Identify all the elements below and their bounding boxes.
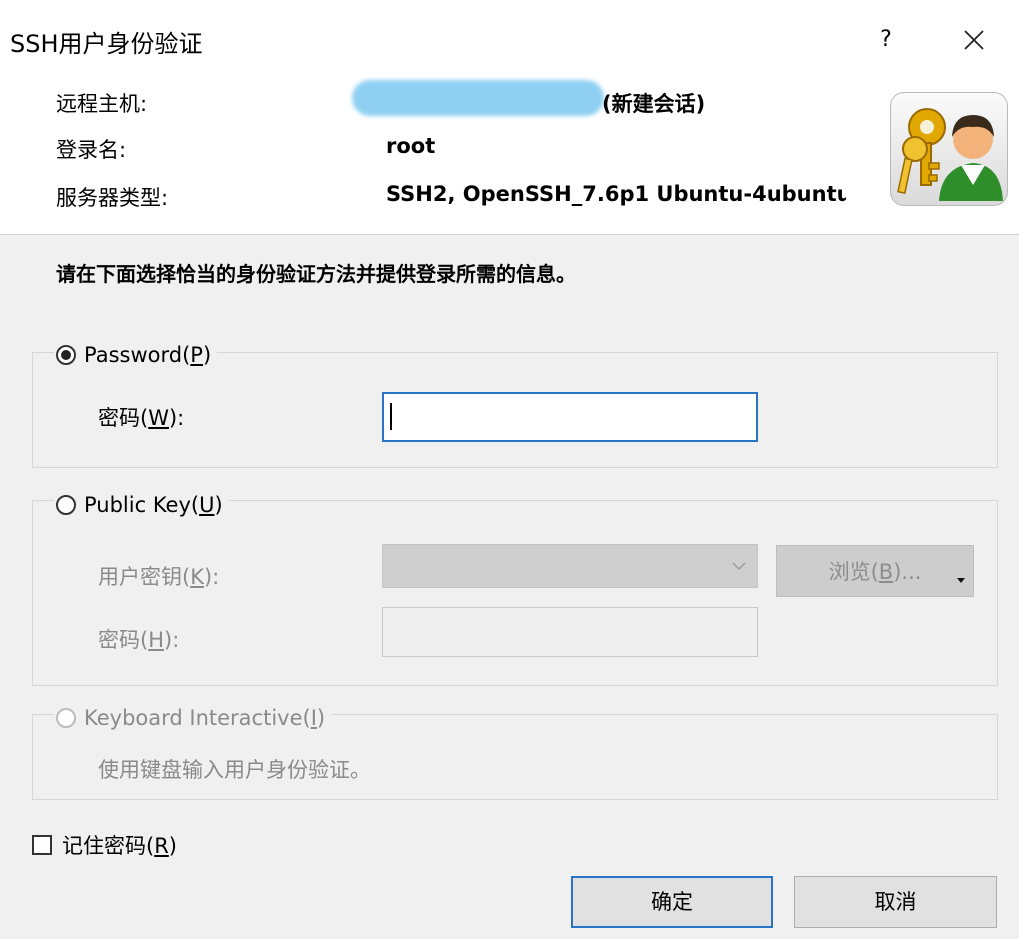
- close-button[interactable]: [950, 20, 998, 60]
- window-title: SSH用户身份验证: [10, 30, 203, 58]
- publickey-radio-label: Public Key(U): [84, 493, 223, 517]
- publickey-radio[interactable]: [56, 495, 76, 515]
- key-passphrase-input[interactable]: [382, 607, 758, 657]
- password-radio-label: Password(P): [84, 343, 212, 367]
- publickey-radio-option[interactable]: Public Key(U): [54, 490, 229, 520]
- ok-button[interactable]: 确定: [571, 876, 773, 928]
- password-radio[interactable]: [56, 345, 76, 365]
- user-key-select[interactable]: [382, 544, 758, 588]
- dropdown-arrow-icon: [957, 578, 965, 583]
- instruction-text: 请在下面选择恰当的身份验证方法并提供登录所需的信息。: [56, 262, 576, 286]
- keyboard-interactive-radio-option[interactable]: Keyboard Interactive(I): [54, 703, 332, 733]
- browse-button[interactable]: 浏览(B)...: [776, 545, 974, 597]
- text-caret: [390, 403, 392, 430]
- keyboard-interactive-radio[interactable]: [56, 708, 76, 728]
- remember-password-label: 记住密码(R): [62, 834, 177, 858]
- chevron-down-icon: [732, 562, 746, 571]
- user-key-label: 用户密钥(K):: [98, 565, 220, 589]
- password-input[interactable]: [382, 392, 758, 442]
- cancel-button[interactable]: 取消: [794, 876, 997, 928]
- redacted-host: [352, 80, 604, 116]
- help-button[interactable]: ?: [866, 20, 906, 60]
- server-type-label: 服务器类型:: [56, 186, 169, 210]
- close-icon: [964, 30, 984, 50]
- password-field-label: 密码(W):: [98, 406, 185, 430]
- login-label: 登录名:: [56, 138, 127, 162]
- key-user-icon: [890, 92, 1008, 206]
- remote-host-label: 远程主机:: [56, 92, 148, 116]
- remote-host-suffix: (新建会话): [602, 92, 706, 116]
- keyboard-interactive-description: 使用键盘输入用户身份验证。: [98, 758, 371, 782]
- keyboard-interactive-label: Keyboard Interactive(I): [84, 706, 326, 730]
- remember-password-option[interactable]: 记住密码(R): [32, 830, 177, 860]
- server-type-value: SSH2, OpenSSH_7.6p1 Ubuntu-4ubuntu: [386, 182, 846, 206]
- login-value: root: [386, 134, 436, 158]
- key-passphrase-label: 密码(H):: [98, 628, 180, 652]
- password-radio-option[interactable]: Password(P): [54, 340, 218, 370]
- remember-password-checkbox[interactable]: [32, 835, 52, 855]
- title-bar: SSH用户身份验证 ?: [0, 0, 1019, 78]
